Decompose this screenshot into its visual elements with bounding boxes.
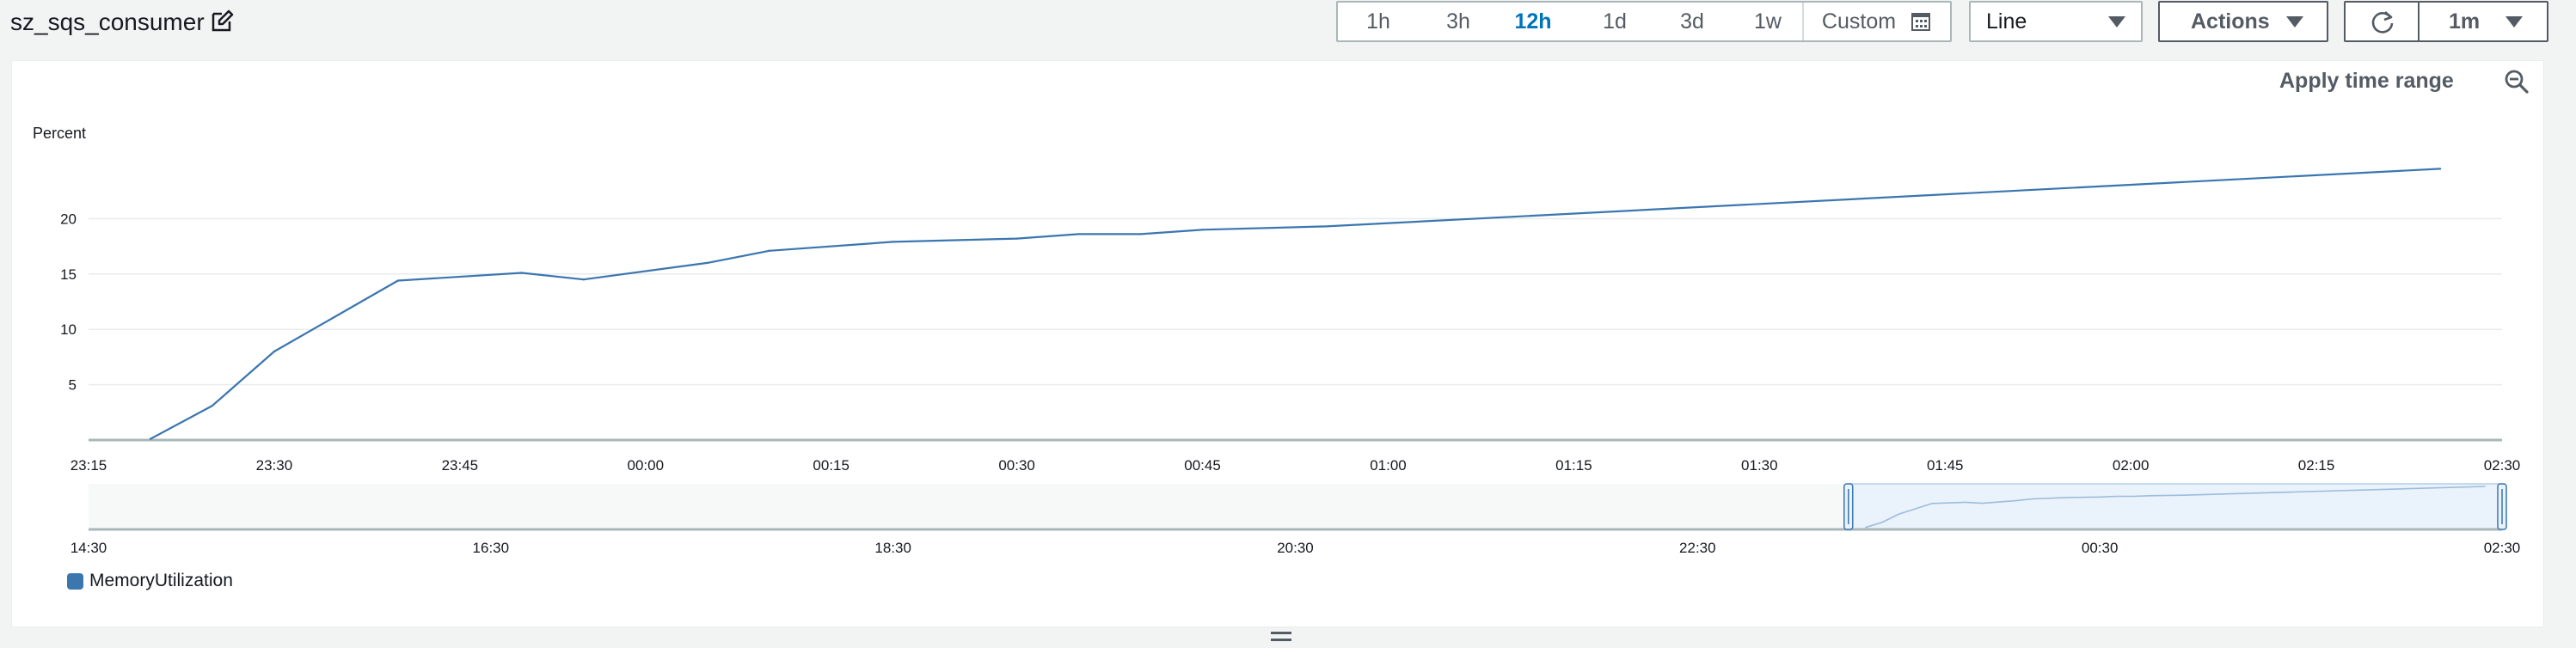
x-tick-label: 00:45 [1184, 457, 1221, 474]
overview-selection [1848, 483, 2503, 530]
y-tick-label: 15 [60, 266, 77, 283]
y-tick-label: 20 [60, 211, 77, 227]
resize-handle[interactable] [1271, 632, 1291, 644]
overview-tick-label: 18:30 [874, 540, 911, 556]
overview-tick-label: 16:30 [473, 540, 510, 556]
data-point [211, 404, 214, 407]
x-tick-label: 23:45 [442, 457, 479, 474]
x-tick-label: 00:30 [998, 457, 1035, 474]
y-tick-label: 5 [69, 377, 77, 394]
data-point [273, 350, 276, 353]
memory-utilization-chart: Percent 5 10 15 20 23:15 23:30 23:45 00:00 00:15 0… [33, 125, 2521, 556]
overview-tick-label: 20:30 [1277, 540, 1314, 556]
x-tick-label: 02:00 [2113, 457, 2150, 474]
data-point [1325, 225, 1328, 228]
x-tick-label: 02:15 [2298, 457, 2335, 474]
data-point [1015, 237, 1018, 240]
x-tick-label: 00:15 [813, 457, 849, 474]
legend-swatch [67, 573, 83, 590]
overview-tick-label: 02:30 [2484, 540, 2521, 556]
x-tick-label: 01:45 [1927, 457, 1964, 474]
legend-label: MemoryUtilization [89, 571, 233, 590]
data-point [396, 279, 400, 282]
x-tick-label: 02:30 [2484, 457, 2521, 474]
x-tick-label: 01:00 [1370, 457, 1407, 474]
overview-tick-label: 14:30 [71, 540, 107, 556]
x-tick-label: 01:15 [1555, 457, 1592, 474]
x-tick-label: 01:30 [1741, 457, 1778, 474]
data-point [1139, 233, 1142, 235]
data-point [706, 261, 708, 265]
data-point [892, 241, 894, 243]
overview-tick-label: 00:30 [2082, 540, 2119, 556]
data-point [582, 278, 585, 281]
data-point [1077, 233, 1080, 235]
overview-tick-label: 22:30 [1679, 540, 1716, 556]
data-point [149, 437, 152, 440]
x-tick-label: 00:00 [627, 457, 664, 474]
data-point [2438, 168, 2442, 170]
data-point [768, 249, 770, 252]
y-tick-label: 10 [60, 321, 77, 338]
series-line-memory-utilization [150, 168, 2441, 440]
x-tick-label: 23:30 [256, 457, 293, 474]
x-tick-label: 23:15 [71, 457, 107, 474]
data-point [1201, 229, 1204, 231]
data-point [520, 272, 524, 274]
y-axis-label: Percent [33, 125, 86, 142]
